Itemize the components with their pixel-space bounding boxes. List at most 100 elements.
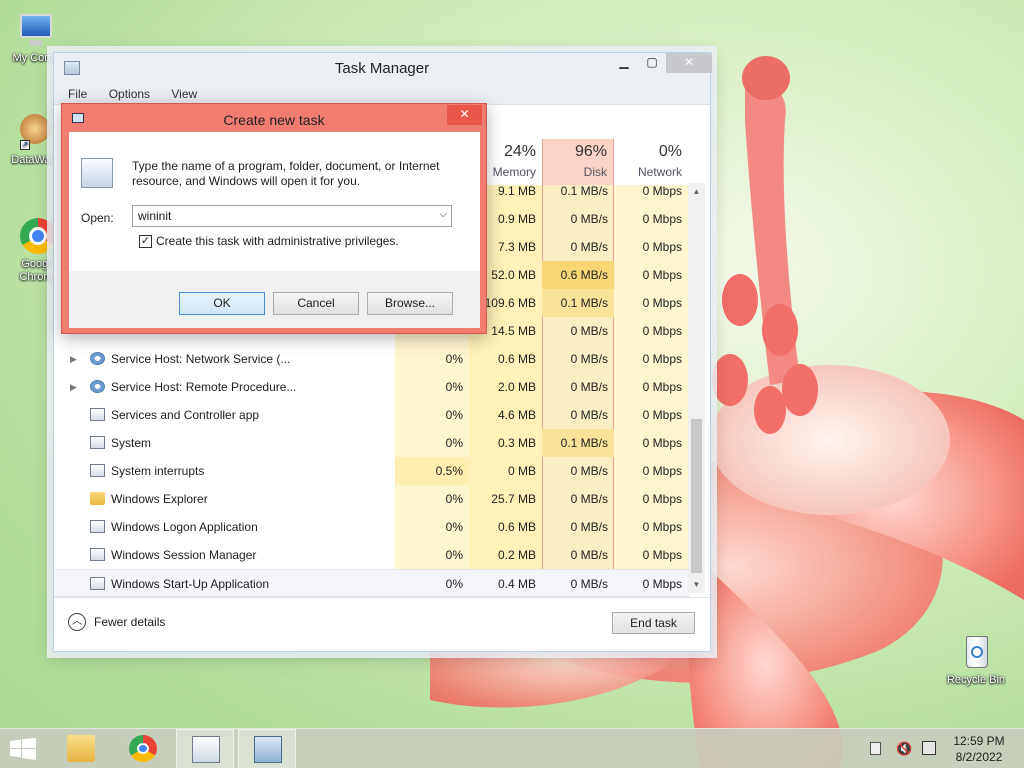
disk-value: 0.6 MB/s [542,261,614,289]
scroll-up-icon[interactable]: ▲ [688,183,705,200]
window-icon [90,436,105,449]
network-value: 0 Mbps [642,184,682,198]
menu-bar: File Options View [54,83,710,105]
disk-value: 0 MB/s [570,408,608,422]
process-name-cell: System interrupts [54,457,395,485]
disk-value: 0 MB/s [570,548,608,562]
title-bar[interactable]: Task Manager ▁ ▢ ✕ [54,53,712,83]
process-name-cell: ▶ Service Host: Remote Procedure... [54,373,395,401]
action-center-icon[interactable] [870,742,881,755]
gear-icon [90,380,105,393]
close-button[interactable]: ✕ [666,53,712,73]
network-value: 0 Mbps [642,408,682,422]
browse-button[interactable]: Browse... [367,292,453,315]
process-name: Services and Controller app [111,408,260,422]
network-value: 0 Mbps [642,296,682,310]
open-input[interactable]: wininit [138,209,171,223]
open-combobox[interactable]: wininit ⌵ [132,205,452,227]
folder-icon [67,735,95,762]
table-row[interactable]: Windows Session Manager 0% 0.2 MB 0 MB/s 0 M… [54,541,690,569]
window-icon [90,577,105,590]
process-name: Windows Explorer [111,492,208,506]
end-task-button[interactable]: End task [612,612,695,634]
create-new-task-dialog: Create new task ✕ Type the name of a pro… [61,103,487,334]
cpu-value: 0% [445,436,463,450]
cpu-value: 0% [445,577,463,591]
admin-checkbox-label[interactable]: Create this task with administrative pri… [156,234,399,248]
disk-value: 0 MB/s [570,492,608,506]
network-value: 0 Mbps [642,352,682,366]
taskbar-create-task[interactable] [238,729,296,768]
cancel-button[interactable]: Cancel [273,292,359,315]
taskbar-file-explorer[interactable] [52,729,110,768]
table-row[interactable]: ▶ Service Host: Remote Procedure... 0% 2.0 … [54,373,690,401]
cpu-value: 0% [445,352,463,366]
chevron-down-icon[interactable]: ⌵ [439,209,447,220]
expand-chevron-icon[interactable]: ▶ [70,373,77,401]
vertical-scrollbar[interactable]: ▲ ▼ [688,183,705,593]
table-row[interactable]: System 0% 0.3 MB 0.1 MB/s 0 Mbps [54,429,690,457]
volume-muted-icon[interactable]: 🔇 [896,741,912,757]
cpu-value: 0% [445,380,463,394]
expand-chevron-icon[interactable]: ▶ [70,345,77,373]
process-name: System [111,436,152,450]
memory-value: 25.7 MB [491,492,536,506]
table-row[interactable]: Windows Explorer 0% 25.7 MB 0 MB/s 0 Mbps [54,485,690,513]
folder-icon [90,492,105,505]
disk-value: 0 MB/s [570,520,608,534]
datawag-icon: ↗ [14,112,54,152]
dialog-close-button[interactable]: ✕ [447,105,482,125]
memory-value: 0 MB [507,464,536,478]
checkbox-checked-icon[interactable]: ✓ [139,235,152,248]
disk-value: 0 MB/s [570,577,608,591]
run-icon [254,736,282,763]
disk-percent: 96% [574,143,607,160]
fewer-details-button[interactable]: ︿ Fewer details [68,611,165,633]
taskbar-chrome[interactable] [114,729,172,768]
network-value: 0 Mbps [642,436,682,450]
dialog-title-bar[interactable]: Create new task ✕ [62,104,486,132]
desktop-icon-label: Recycle Bin [946,674,1006,686]
process-name: System interrupts [111,464,205,478]
process-name: Windows Logon Application [111,520,258,534]
network-value: 0 Mbps [642,577,682,591]
network-value: 0 Mbps [642,548,682,562]
scroll-down-icon[interactable]: ▼ [688,576,705,593]
network-value: 0 Mbps [642,240,682,254]
window-icon [90,464,105,477]
menu-options[interactable]: Options [109,83,150,105]
clock[interactable]: 12:59 PM 8/2/2022 [948,733,1010,765]
table-row[interactable]: ▶ Service Host: Network Service (... 0% 0.6… [54,345,690,373]
taskbar-task-manager[interactable] [176,729,234,768]
scroll-thumb[interactable] [691,419,702,573]
disk-value: 0 MB/s [570,352,608,366]
chrome-icon [16,216,56,256]
maximize-button[interactable]: ▢ [638,53,666,73]
process-name-cell: Windows Session Manager [54,541,395,569]
menu-file[interactable]: File [68,83,87,105]
footer: ︿ Fewer details End task [54,597,710,651]
menu-view[interactable]: View [171,83,197,105]
process-name: Windows Start-Up Application [111,577,270,591]
table-row[interactable]: Windows Start-Up Application 0% 0.4 MB 0 MB… [54,569,690,597]
disk-value: 0 MB/s [570,240,608,254]
task-manager-icon [192,736,220,763]
chevron-up-icon: ︿ [68,613,86,631]
memory-value: 0.6 MB [497,352,536,366]
network-value: 0 Mbps [642,324,682,338]
disk-value: 0 MB/s [570,464,608,478]
process-name: Windows Session Manager [111,548,257,562]
ok-button[interactable]: OK [179,292,265,315]
network-percent: 0% [658,143,682,160]
dialog-title: Create new task [223,112,325,128]
dialog-body: Type the name of a program, folder, docu… [69,132,480,328]
table-row[interactable]: Services and Controller app 0% 4.6 MB 0 MB/… [54,401,690,429]
network-value: 0 Mbps [642,520,682,534]
start-button[interactable] [0,729,48,768]
table-row[interactable]: System interrupts 0.5% 0 MB 0 MB/s 0 Mbps [54,457,690,485]
clock-time: 12:59 PM [953,734,1005,748]
table-row[interactable]: Windows Logon Application 0% 0.6 MB 0 MB/s 0… [54,513,690,541]
desktop-icon-recycle-bin[interactable]: Recycle Bin [940,632,1012,687]
minimize-button[interactable]: ▁ [610,53,638,73]
network-icon[interactable] [922,741,936,755]
